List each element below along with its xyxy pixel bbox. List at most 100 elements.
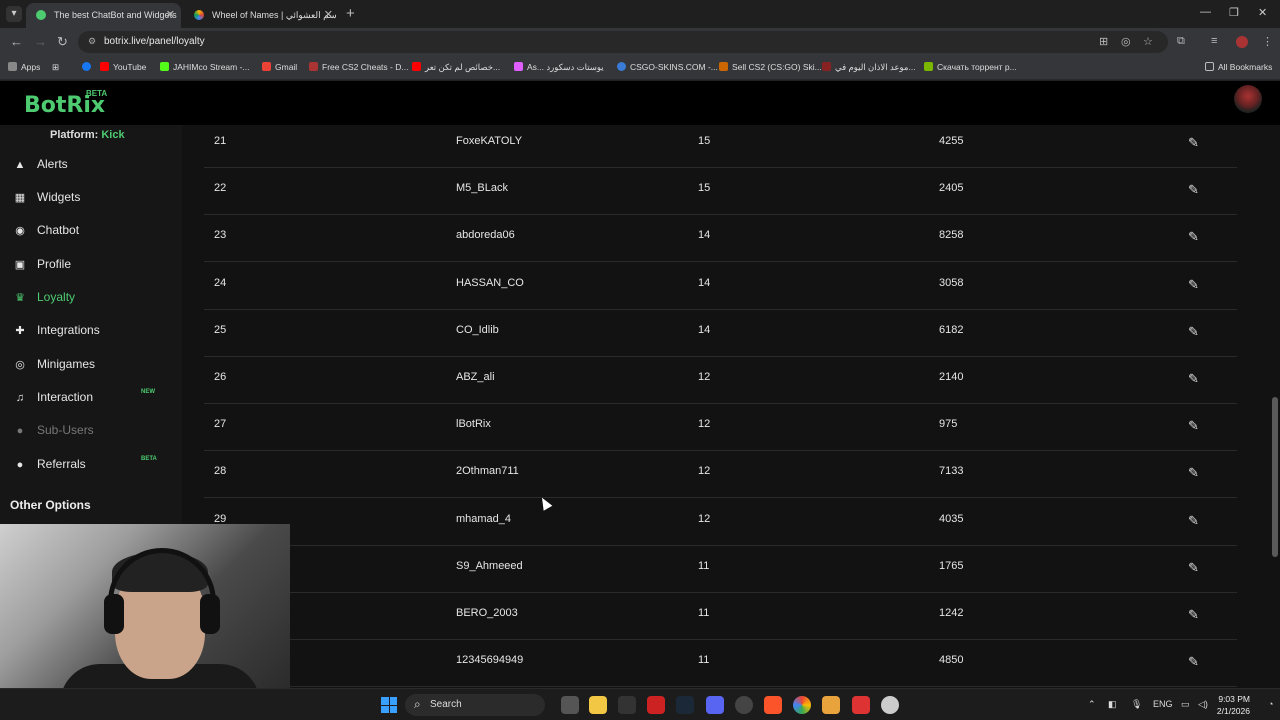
network-icon[interactable]: ▭ xyxy=(1181,699,1190,710)
close-tab-icon[interactable]: ✕ xyxy=(166,8,175,21)
row-username: CO_Idlib xyxy=(456,323,499,336)
bookmark-sell-cs2[interactable]: Sell CS2 (CS:GO) Ski... xyxy=(719,62,822,72)
new-tab-icon[interactable]: + xyxy=(346,5,355,22)
row-username: HASSAN_CO xyxy=(456,276,524,289)
translate-icon[interactable]: ⊞ xyxy=(1099,35,1108,48)
kick-icon xyxy=(160,62,169,71)
taskbar-search[interactable]: ⌕ Search xyxy=(405,694,545,716)
app-pink-icon[interactable] xyxy=(852,696,870,714)
bookmark-jahimco[interactable]: JAHIMco Stream -... xyxy=(160,62,250,72)
volume-icon[interactable]: ◁) xyxy=(1198,699,1208,710)
edit-pencil-icon[interactable]: ✎ xyxy=(1188,513,1199,529)
user-avatar[interactable] xyxy=(1234,85,1262,113)
restore-icon[interactable]: ❐ xyxy=(1229,6,1239,19)
notifications-icon[interactable]: ◔ xyxy=(1268,699,1273,709)
tab-botrix[interactable]: The best ChatBot and Widgets ✕ xyxy=(26,3,181,28)
sidebar-item-minigames[interactable]: ◎ Minigames xyxy=(12,357,95,377)
beta-badge: BETA xyxy=(141,456,157,462)
sidebar-item-widgets[interactable]: ▦ Widgets xyxy=(12,190,81,210)
sidebar-item-profile[interactable]: ▣ Profile xyxy=(12,257,71,277)
all-bookmarks[interactable]: All Bookmarks xyxy=(1205,62,1272,72)
close-tab-icon[interactable]: ✕ xyxy=(324,8,333,21)
forward-icon[interactable]: → xyxy=(34,34,47,49)
system-clock[interactable]: 9:03 PM 2/1/2026 xyxy=(1217,693,1250,717)
tab-search-icon[interactable]: ▾ xyxy=(6,6,22,22)
grid-icon[interactable]: ⊞ xyxy=(52,62,59,73)
sidebar-item-alerts[interactable]: ▲ Alerts xyxy=(12,157,68,177)
windows-start-icon[interactable] xyxy=(381,697,397,713)
sidebar-item-interaction[interactable]: ♫ Interaction xyxy=(12,390,93,410)
settings-gear-icon[interactable] xyxy=(881,696,899,714)
address-bar[interactable]: ⚙ botrix.live/panel/loyalty xyxy=(78,31,1168,53)
bookmark-youtube[interactable]: YouTube xyxy=(100,62,146,72)
minimize-icon[interactable]: — xyxy=(1200,6,1211,18)
tray-app-icon[interactable]: ◧ xyxy=(1108,699,1117,710)
sidebar-item-sub-users[interactable]: ● Sub-Users xyxy=(12,423,94,443)
menu-icon[interactable]: ⋮ xyxy=(1262,35,1273,48)
close-window-icon[interactable]: ✕ xyxy=(1258,6,1267,19)
bookmark-cs2-cheats[interactable]: Free CS2 Cheats - D... xyxy=(309,62,408,72)
extensions-icon[interactable]: ⧉ xyxy=(1177,35,1185,48)
edit-pencil-icon[interactable]: ✎ xyxy=(1188,371,1199,387)
address-url[interactable]: botrix.live/panel/loyalty xyxy=(104,36,205,47)
row-points: 975 xyxy=(939,418,958,431)
profile-avatar-icon[interactable] xyxy=(1236,36,1248,48)
app-circle-icon[interactable] xyxy=(735,696,753,714)
edit-pencil-icon[interactable]: ✎ xyxy=(1188,182,1199,198)
edit-pencil-icon[interactable]: ✎ xyxy=(1188,418,1199,434)
platform-label: Platform: xyxy=(50,129,99,141)
eye-off-icon[interactable]: ◎ xyxy=(1121,35,1131,48)
tray-chevron-icon[interactable]: ⌃ xyxy=(1088,699,1096,710)
row-points: 2405 xyxy=(939,182,964,195)
row-level: 11 xyxy=(698,607,710,619)
app-g-icon[interactable] xyxy=(618,696,636,714)
discord-icon[interactable] xyxy=(706,696,724,714)
trophy-icon: ♛ xyxy=(15,292,25,304)
edit-pencil-icon[interactable]: ✎ xyxy=(1188,135,1199,151)
sidebar-item-referrals[interactable]: ● Referrals xyxy=(12,457,86,477)
edit-pencil-icon[interactable]: ✎ xyxy=(1188,607,1199,623)
sidebar-item-chatbot[interactable]: ◉ Chatbot xyxy=(12,223,79,243)
app-red-icon[interactable] xyxy=(647,696,665,714)
edit-pencil-icon[interactable]: ✎ xyxy=(1188,324,1199,340)
language-indicator[interactable]: ENG xyxy=(1153,699,1173,709)
search-icon: ⌕ xyxy=(414,697,421,711)
row-points: 4850 xyxy=(939,654,964,667)
bookmark-arabic-1[interactable]: خصائص لم تكن تعر... xyxy=(412,62,500,73)
edit-pencil-icon[interactable]: ✎ xyxy=(1188,560,1199,576)
bookmark-discord-posts[interactable]: As... يوستات دسكورد xyxy=(514,62,604,73)
bookmark-apps[interactable]: Apps xyxy=(8,62,40,72)
edit-pencil-icon[interactable]: ✎ xyxy=(1188,277,1199,293)
sidebar-item-integrations[interactable]: ✚ Integrations xyxy=(12,323,99,343)
row-level: 15 xyxy=(698,135,711,147)
microphone-icon[interactable]: 🎙 xyxy=(1131,699,1142,710)
sidebar-item-loyalty[interactable]: ♛ Loyalty xyxy=(12,290,75,310)
bookmark-torrent[interactable]: Скачать торрент р... xyxy=(924,62,1017,72)
reload-icon[interactable]: ↻ xyxy=(57,34,68,50)
row-level: 14 xyxy=(698,229,711,242)
edit-pencil-icon[interactable]: ✎ xyxy=(1188,654,1199,670)
star-icon[interactable]: ☆ xyxy=(1143,35,1153,48)
facebook-icon[interactable] xyxy=(82,62,95,72)
bookmark-csgo-skins[interactable]: CSGO-SKINS.COM -... xyxy=(617,62,718,72)
page-scrollbar[interactable] xyxy=(1272,125,1278,688)
app-a-icon[interactable] xyxy=(822,696,840,714)
row-username: S9_Ahmeeed xyxy=(456,559,523,572)
brave-icon[interactable] xyxy=(764,696,782,714)
back-icon[interactable]: ← xyxy=(10,34,23,49)
steam-icon[interactable] xyxy=(676,696,694,714)
edit-pencil-icon[interactable]: ✎ xyxy=(1188,229,1199,245)
site-info-icon[interactable]: ⚙ xyxy=(88,36,96,47)
file-explorer-icon[interactable] xyxy=(589,696,607,714)
chrome-icon[interactable] xyxy=(793,696,811,714)
row-level: 15 xyxy=(698,182,711,195)
scrollbar-thumb[interactable] xyxy=(1272,397,1278,557)
task-view-icon[interactable] xyxy=(561,696,579,714)
edit-pencil-icon[interactable]: ✎ xyxy=(1188,465,1199,481)
bookmark-gmail[interactable]: Gmail xyxy=(262,62,297,72)
media-icon[interactable]: ≡ xyxy=(1211,35,1217,47)
row-username: BERO_2003 xyxy=(456,607,518,619)
tab-wheel-of-names[interactable]: Wheel of Names | سم العشوائي ✕ xyxy=(184,3,339,28)
other-options-heading[interactable]: Other Options xyxy=(10,498,91,512)
bookmark-prayer-times[interactable]: موعد الاذان اليوم في... xyxy=(822,62,916,73)
